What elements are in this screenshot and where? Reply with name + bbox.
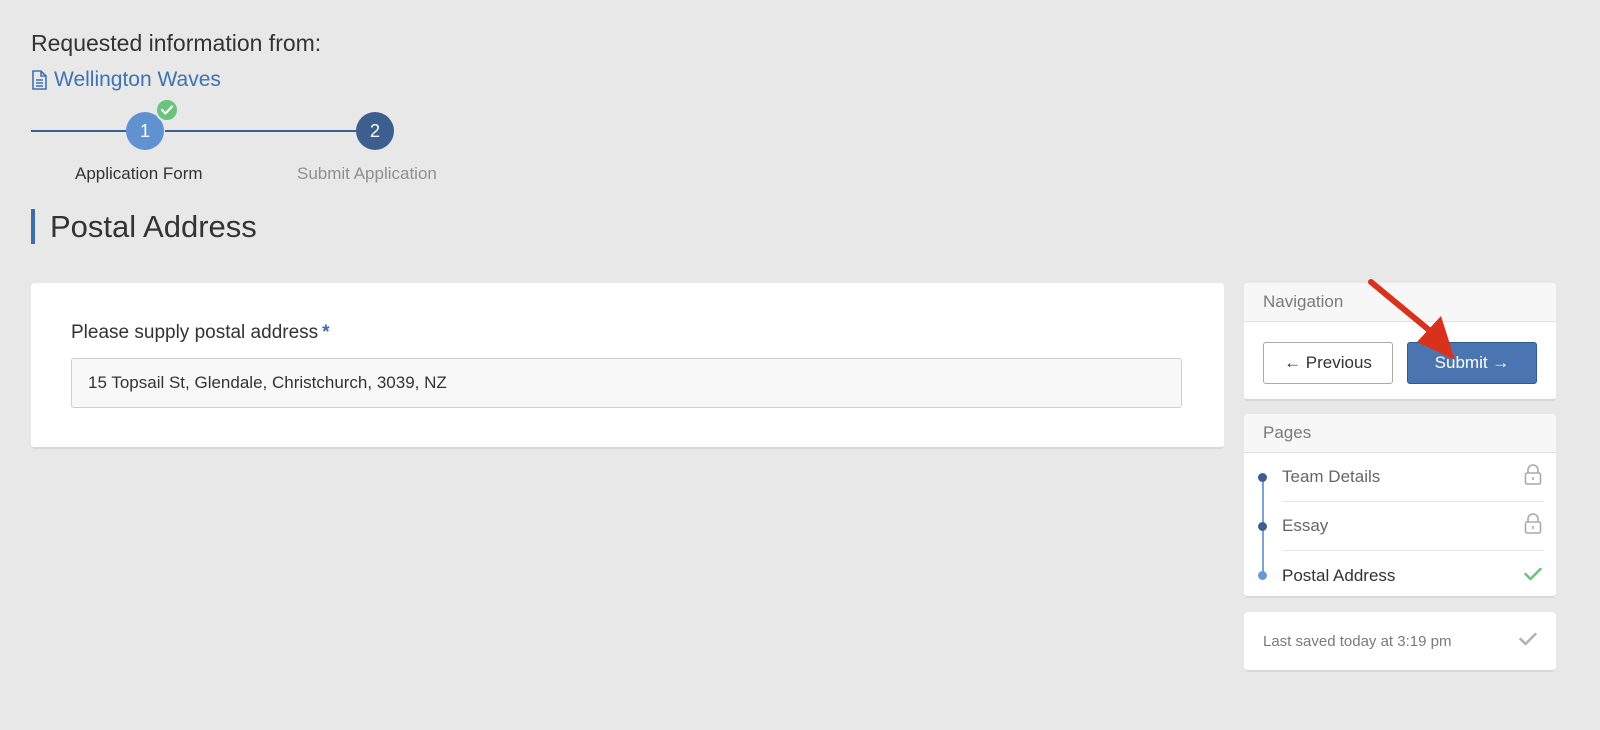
navigation-panel: Navigation ← Previous Submit → (1244, 283, 1556, 401)
pages-header: Pages (1244, 414, 1556, 453)
postal-address-label: Please supply postal address * (71, 322, 330, 344)
check-icon (1524, 566, 1542, 586)
requested-label: Requested information from: (31, 30, 322, 56)
page-title-block: Postal Address (31, 209, 257, 244)
saved-status-panel: Last saved today at 3:19 pm (1244, 612, 1556, 672)
step-2-number: 2 (369, 120, 380, 141)
page-item-team-details[interactable]: Team Details (1258, 453, 1544, 502)
step-2-label[interactable]: Submit Application (297, 164, 437, 184)
step-1-label[interactable]: Application Form (75, 164, 203, 184)
navigation-header: Navigation (1244, 283, 1556, 322)
page-item-label: Postal Address (1282, 565, 1396, 585)
stepper-line (31, 130, 135, 132)
stepper-line (165, 130, 365, 132)
postal-address-label-text: Please supply postal address (71, 322, 319, 343)
last-saved-text: Last saved today at 3:19 pm (1263, 632, 1452, 650)
org-name: Wellington Waves (54, 68, 221, 91)
page-item-label: Team Details (1282, 467, 1381, 486)
org-link[interactable]: Wellington Waves (31, 68, 221, 92)
postal-address-input[interactable] (71, 358, 1182, 408)
pages-list: Team Details Essay Postal Address (1244, 453, 1556, 600)
submit-button[interactable]: Submit → (1407, 342, 1537, 384)
lock-icon (1524, 464, 1542, 490)
document-icon (31, 70, 47, 90)
page-title: Postal Address (50, 208, 257, 244)
step-complete-check-icon (155, 98, 179, 122)
step-2-circle[interactable]: 2 (356, 112, 394, 150)
page-dot (1258, 522, 1267, 531)
lock-icon (1524, 513, 1542, 539)
form-card: Please supply postal address * (31, 283, 1224, 449)
page-item-postal-address[interactable]: Postal Address (1258, 551, 1544, 600)
page-item-essay[interactable]: Essay (1258, 502, 1544, 551)
progress-stepper: 1 2 Application Form Submit Application (31, 98, 471, 188)
page-dot (1258, 473, 1267, 482)
check-icon (1519, 632, 1537, 650)
page-dot (1258, 571, 1267, 580)
previous-button[interactable]: ← Previous (1263, 342, 1393, 384)
pages-panel: Pages Team Details Essay Postal Address (1244, 414, 1556, 598)
required-marker: * (322, 322, 330, 343)
step-1-number: 1 (139, 120, 150, 141)
page-item-label: Essay (1282, 516, 1329, 535)
